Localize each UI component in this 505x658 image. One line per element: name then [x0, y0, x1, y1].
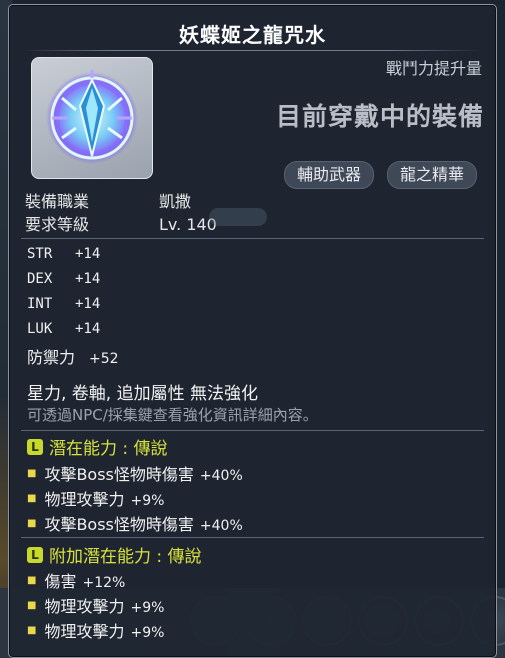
- category-tag: 龍之精華: [387, 161, 478, 189]
- category-tag: 輔助武器: [284, 161, 375, 189]
- legendary-grade-icon: L: [27, 547, 43, 563]
- requirement-key: 裝備職業: [25, 192, 90, 211]
- bullet-icon: ■: [27, 575, 37, 586]
- additional-potential-line: ■ 物理攻擊力 +9%: [27, 618, 164, 642]
- stat-row: STR +14: [27, 246, 100, 262]
- dragon-essence-icon: [46, 70, 138, 164]
- additional-potential-title: 附加潛在能力 : 傳說: [49, 547, 202, 567]
- item-icon-frame: [31, 57, 153, 179]
- stat-name: DEX: [27, 271, 53, 287]
- requirement-row: 裝備職業 凱撒: [25, 188, 191, 212]
- stat-value: +14: [75, 271, 101, 287]
- potential-value: +9%: [130, 493, 165, 509]
- potential-line: ■ 攻擊Boss怪物時傷害 +40%: [27, 461, 243, 485]
- potential-name: 物理攻擊力: [44, 622, 125, 641]
- potential-name: 攻擊Boss怪物時傷害: [44, 515, 194, 534]
- stat-value: +14: [75, 296, 101, 312]
- background-overlay-pill: [209, 208, 267, 226]
- stat-value: +14: [75, 321, 101, 337]
- stat-row: LUK +14: [27, 321, 100, 337]
- section-divider: [21, 430, 484, 431]
- potential-name: 傷害: [44, 572, 77, 591]
- combat-power-change-label: 戰鬥力提升量: [385, 59, 482, 78]
- bullet-icon: ■: [27, 468, 37, 479]
- potential-line: ■ 攻擊Boss怪物時傷害 +40%: [27, 511, 243, 535]
- section-divider: [21, 238, 484, 239]
- potential-name: 攻擊Boss怪物時傷害: [44, 465, 194, 484]
- stat-row: DEX +14: [27, 271, 100, 287]
- potential-value: +40%: [199, 468, 243, 484]
- requirement-row: 要求等級 Lv. 140: [25, 211, 217, 235]
- enhancement-restriction-text: 星力, 卷軸, 追加屬性 無法強化: [27, 384, 259, 404]
- title-divider: [23, 50, 482, 51]
- stat-value: +52: [89, 351, 119, 367]
- potential-value: +9%: [130, 625, 165, 641]
- bullet-icon: ■: [27, 625, 37, 636]
- currently-equipped-label: 目前穿戴中的裝備: [275, 102, 484, 131]
- additional-potential-header: L 附加潛在能力 : 傳說: [27, 542, 202, 567]
- potential-title: 潛在能力 : 傳說: [49, 439, 168, 459]
- potential-header: L 潛在能力 : 傳說: [27, 434, 168, 459]
- stat-name: 防禦力: [27, 348, 76, 367]
- requirement-value: 凱撒: [159, 192, 192, 211]
- potential-value: +40%: [199, 518, 243, 534]
- additional-potential-line: ■ 物理攻擊力 +9%: [27, 593, 164, 617]
- stat-name: LUK: [27, 321, 53, 337]
- enhancement-hint-text: 可透過NPC/採集鍵查看強化資訊詳細內容。: [27, 406, 318, 424]
- item-name: 妖蝶姬之龍咒水: [179, 23, 326, 47]
- bullet-icon: ■: [27, 493, 37, 504]
- stat-name: STR: [27, 246, 53, 262]
- requirement-key: 要求等級: [25, 215, 90, 234]
- additional-potential-line: ■ 傷害 +12%: [27, 568, 125, 592]
- bullet-icon: ■: [27, 518, 37, 529]
- potential-value: +9%: [130, 600, 165, 616]
- bullet-icon: ■: [27, 600, 37, 611]
- legendary-grade-icon: L: [27, 439, 43, 455]
- potential-name: 物理攻擊力: [44, 597, 125, 616]
- section-divider: [21, 537, 484, 538]
- stat-name: INT: [27, 296, 53, 312]
- stat-value: +14: [75, 246, 101, 262]
- potential-line: ■ 物理攻擊力 +9%: [27, 486, 164, 510]
- potential-name: 物理攻擊力: [44, 490, 125, 509]
- defense-row: 防禦力 +52: [27, 344, 119, 368]
- stat-row: INT +14: [27, 296, 100, 312]
- potential-value: +12%: [82, 575, 126, 591]
- item-tooltip: 妖蝶姬之龍咒水 戰鬥力提升量 目前穿戴中的裝備 輔助武器 龍之精華 裝備職業 凱…: [8, 4, 497, 658]
